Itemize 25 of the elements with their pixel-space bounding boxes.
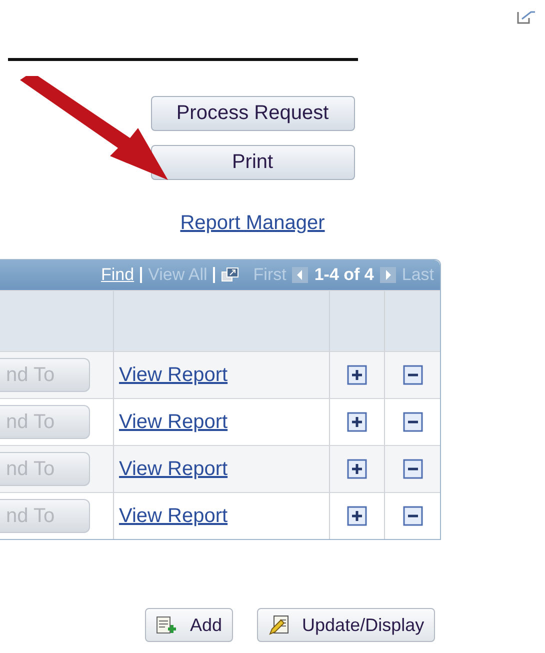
row-range-text: 1-4 of 4 (314, 265, 374, 285)
add-row-icon[interactable] (347, 459, 367, 479)
delete-row-icon[interactable] (402, 365, 422, 385)
view-report-link[interactable]: View Report (119, 458, 228, 480)
report-manager-link[interactable]: Report Manager (180, 212, 325, 235)
view-report-link[interactable]: View Report (119, 364, 228, 386)
first-text: First (253, 265, 286, 285)
action-button[interactable]: Print (150, 145, 354, 180)
add-row-icon[interactable] (347, 412, 367, 432)
view-report-link[interactable]: View Report (119, 504, 228, 528)
pencil-document-icon (268, 615, 290, 635)
view-report-link[interactable]: View Report (119, 410, 228, 434)
action-button[interactable]: Process Request (150, 96, 354, 131)
delete-row-icon[interactable] (402, 412, 422, 432)
add-row-icon[interactable] (347, 506, 367, 526)
add-row-icon[interactable] (347, 365, 367, 385)
last-text: Last (402, 265, 434, 285)
view-all-text: View All (148, 265, 208, 285)
delete-row-icon[interactable] (402, 506, 422, 526)
new-window-icon[interactable] (221, 267, 240, 283)
update-display-button[interactable]: Update/Display (257, 608, 436, 642)
add-button[interactable]: Add (145, 608, 234, 642)
delete-row-icon[interactable] (402, 459, 422, 479)
edit-icon[interactable] (517, 10, 535, 24)
add-document-icon (156, 616, 178, 634)
